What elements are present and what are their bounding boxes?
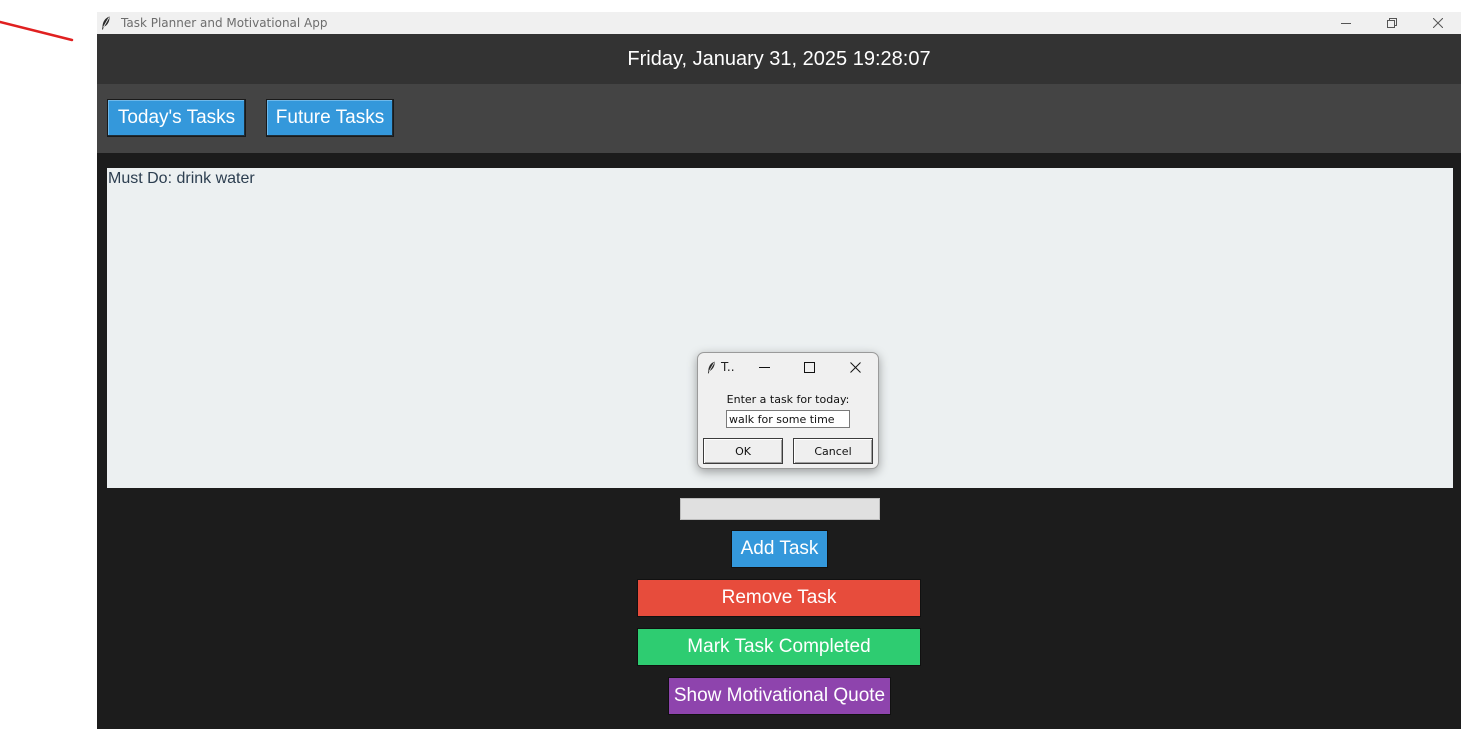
feather-icon (101, 16, 111, 30)
minimize-icon (1341, 23, 1351, 24)
red-annotation-stroke (0, 20, 74, 42)
dialog-prompt: Enter a task for today: (726, 393, 850, 406)
close-button[interactable] (1415, 12, 1461, 34)
feather-icon (707, 361, 717, 374)
ok-button[interactable]: OK (703, 438, 783, 464)
add-task-button[interactable]: Add Task (731, 530, 828, 568)
dialog-task-input[interactable] (726, 410, 850, 428)
dialog-title: T.. (721, 360, 735, 374)
minimize-icon (758, 366, 770, 368)
show-motivational-quote-button[interactable]: Show Motivational Quote (668, 677, 891, 715)
window-titlebar[interactable]: Task Planner and Motivational App (97, 12, 1461, 34)
date-time-label: Friday, January 31, 2025 19:28:07 (627, 47, 931, 70)
dialog-minimize-button[interactable] (757, 360, 771, 374)
minimize-button[interactable] (1323, 12, 1369, 34)
restore-button[interactable] (1369, 12, 1415, 34)
tab-future-tasks[interactable]: Future Tasks (266, 99, 394, 137)
tab-todays-tasks[interactable]: Today's Tasks (107, 99, 246, 137)
add-task-dialog: T.. Enter a task for today: OK Cancel (697, 352, 879, 469)
cancel-button[interactable]: Cancel (793, 438, 873, 464)
dialog-maximize-button[interactable] (802, 360, 816, 374)
task-entry-field[interactable] (680, 498, 880, 520)
date-time-header: Friday, January 31, 2025 19:28:07 (97, 34, 1461, 84)
dialog-close-button[interactable] (848, 360, 862, 374)
maximize-icon (803, 361, 815, 373)
list-item[interactable]: Must Do: drink water (108, 170, 255, 188)
remove-task-button[interactable]: Remove Task (637, 579, 921, 617)
window-controls (1323, 12, 1461, 34)
window-title: Task Planner and Motivational App (121, 16, 328, 30)
restore-icon (1387, 18, 1397, 28)
mark-task-completed-button[interactable]: Mark Task Completed (637, 628, 921, 666)
tab-bar: Today's Tasks Future Tasks (97, 84, 1461, 153)
close-icon (1433, 18, 1443, 28)
close-icon (849, 361, 861, 373)
